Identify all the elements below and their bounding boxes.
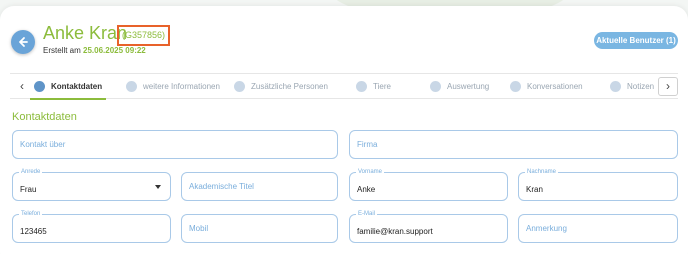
- email-field[interactable]: E-Mail familie@kran.support: [349, 210, 508, 243]
- tab-label: Konversationen: [527, 82, 583, 91]
- tab-label: Kontaktdaten: [51, 82, 103, 91]
- back-button[interactable]: [11, 30, 35, 54]
- field-placeholder: Kontakt über: [20, 140, 66, 149]
- telefon-field[interactable]: Telefon 123465: [12, 210, 171, 243]
- tab-scroll-right[interactable]: ›: [658, 77, 678, 96]
- akademische-titel-field[interactable]: Akademische Titel: [181, 172, 338, 201]
- tab-label: Auswertung: [447, 82, 490, 91]
- tab-kontaktdaten[interactable]: Kontaktdaten: [29, 74, 107, 100]
- tab-label: weitere Informationen: [143, 82, 220, 91]
- contact-name: Anke Kran: [43, 23, 128, 43]
- created-date: 25.06.2025 09:22: [83, 46, 146, 55]
- tab-label: Zusätzliche Personen: [251, 82, 328, 91]
- firma-field[interactable]: Firma: [349, 130, 678, 159]
- tab-auswertung[interactable]: Auswertung: [430, 74, 489, 99]
- field-placeholder: Anmerkung: [526, 224, 567, 233]
- tab-weitere-informationen[interactable]: weitere Informationen: [126, 74, 220, 99]
- tab-bar: ‹ Kontaktdaten weitere Informationen Zus…: [10, 73, 678, 100]
- chart-icon: [430, 81, 441, 92]
- arrow-left-icon: [19, 37, 28, 47]
- tab-label: Tiere: [373, 82, 391, 91]
- field-placeholder: Akademische Titel: [189, 182, 254, 191]
- created-label: Erstellt am: [43, 46, 81, 55]
- tab-konversationen[interactable]: Konversationen: [510, 74, 583, 99]
- current-users-button[interactable]: Aktuelle Benutzer (1): [594, 32, 678, 49]
- field-label: Telefon: [19, 210, 43, 218]
- section-title: Kontaktdaten: [12, 111, 77, 123]
- smiley-icon: [234, 81, 245, 92]
- tab-zusaetzliche-personen[interactable]: Zusätzliche Personen: [234, 74, 328, 99]
- chevron-down-icon: [155, 185, 161, 189]
- field-value: familie@kran.support: [357, 227, 433, 236]
- note-icon: [610, 81, 621, 92]
- tab-label: Notizen: [627, 82, 655, 91]
- field-label: Nachname: [525, 168, 559, 176]
- nachname-field[interactable]: Nachname Kran: [518, 168, 678, 201]
- tab-notizen[interactable]: Notizen: [610, 74, 654, 99]
- field-value: Anke: [357, 185, 376, 194]
- contact-card: Anke Kran (G357856) Erstellt am 25.06.20…: [0, 6, 688, 254]
- chat-icon: [510, 81, 521, 92]
- field-placeholder: Firma: [357, 140, 378, 149]
- anmerkung-field[interactable]: Anmerkung: [518, 214, 678, 243]
- field-value: Frau: [20, 185, 37, 194]
- mobil-field[interactable]: Mobil: [181, 214, 338, 243]
- tab-scroll-left[interactable]: ‹: [12, 74, 32, 99]
- created-info: Erstellt am 25.06.2025 09:22: [43, 46, 146, 56]
- customer-id: (G357856): [117, 25, 171, 46]
- field-value: Kran: [526, 185, 543, 194]
- field-label: Vorname: [356, 168, 385, 176]
- field-label: E-Mail: [356, 210, 378, 218]
- field-placeholder: Mobil: [189, 224, 209, 233]
- tab-tiere[interactable]: Tiere: [356, 74, 391, 99]
- phone-icon: [34, 81, 45, 92]
- gear-icon: [126, 81, 137, 92]
- field-label: Anrede: [19, 168, 43, 176]
- anrede-select[interactable]: Anrede Frau: [12, 168, 171, 201]
- kontakt-ueber-field[interactable]: Kontakt über: [12, 130, 338, 159]
- field-value: 123465: [20, 227, 47, 236]
- vorname-field[interactable]: Vorname Anke: [349, 168, 508, 201]
- paw-icon: [356, 81, 367, 92]
